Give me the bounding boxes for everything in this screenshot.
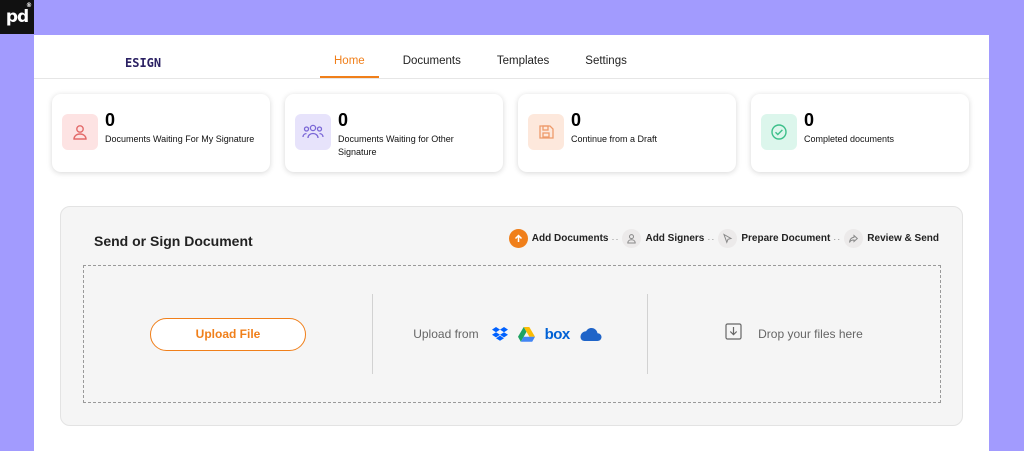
card-completed[interactable]: 0 Completed documents (751, 94, 969, 172)
step-label: Review & Send (867, 233, 939, 244)
user-icon (622, 229, 642, 248)
upload-from-column: Upload from box (373, 266, 647, 402)
card-label: Continue from a Draft (571, 134, 658, 144)
tab-home[interactable]: Home (320, 55, 379, 78)
card-label: Documents Waiting for Other Signature (338, 134, 454, 157)
card-label: Documents Waiting For My Signature (105, 134, 255, 144)
share-icon (844, 229, 864, 248)
step-label: Prepare Document (741, 233, 831, 244)
wizard-steps: Add Documents ·· Add Signers ·· Prepare … (508, 229, 939, 248)
card-count: 0 (338, 110, 349, 130)
tab-documents[interactable]: Documents (403, 55, 461, 78)
step-connector: ·· (611, 233, 620, 244)
watermark-text: pd (5, 7, 29, 27)
summary-cards: 0 Documents Waiting For My Signature 0 D… (52, 94, 969, 172)
watermark-mark: ® (26, 2, 32, 9)
step-prepare-document[interactable]: Prepare Document (718, 229, 830, 248)
top-nav: ESIGN Home Documents Templates Settings (34, 35, 989, 79)
send-sign-panel: Send or Sign Document Add Documents ·· A… (60, 206, 963, 426)
check-circle-icon (761, 114, 797, 150)
step-connector: ·· (707, 233, 716, 244)
tab-templates[interactable]: Templates (497, 55, 549, 78)
cursor-icon (718, 229, 738, 248)
drop-files-label: Drop your files here (758, 327, 863, 341)
card-drafts[interactable]: 0 Continue from a Draft (518, 94, 736, 172)
pd-watermark-logo: pd ® (0, 0, 34, 34)
user-icon (62, 114, 98, 150)
upload-file-button[interactable]: Upload File (150, 317, 306, 351)
panel-title: Send or Sign Document (94, 233, 253, 249)
drop-files-column: Drop your files here (648, 266, 940, 402)
users-icon (295, 114, 331, 150)
upload-icon (508, 229, 528, 248)
card-waiting-for-others[interactable]: 0 Documents Waiting for Other Signature (285, 94, 503, 172)
card-count: 0 (804, 110, 815, 130)
step-add-documents[interactable]: Add Documents (508, 229, 609, 248)
card-waiting-for-me[interactable]: 0 Documents Waiting For My Signature (52, 94, 270, 172)
download-tray-icon (725, 323, 742, 345)
onedrive-icon[interactable] (580, 327, 602, 341)
nav-tabs: Home Documents Templates Settings (320, 55, 663, 78)
upload-file-column: Upload File (84, 266, 372, 402)
esign-app: ESIGN Home Documents Templates Settings … (34, 35, 989, 451)
step-label: Add Signers (645, 233, 705, 244)
step-connector: ·· (833, 233, 842, 244)
card-count: 0 (571, 110, 582, 130)
tab-settings[interactable]: Settings (585, 55, 627, 78)
box-icon[interactable]: box (545, 326, 571, 343)
dropbox-icon[interactable] (491, 327, 508, 341)
step-label: Add Documents (531, 233, 609, 244)
save-icon (528, 114, 564, 150)
step-review-send[interactable]: Review & Send (844, 229, 939, 248)
card-label: Completed documents (804, 134, 895, 144)
upload-from-label: Upload from (413, 327, 479, 341)
upload-drop-zone[interactable]: Upload File Upload from box Drop your fi… (83, 265, 941, 403)
brand-name[interactable]: ESIGN (125, 56, 161, 70)
google-drive-icon[interactable] (517, 326, 535, 342)
card-count: 0 (105, 110, 116, 130)
step-add-signers[interactable]: Add Signers (622, 229, 704, 248)
